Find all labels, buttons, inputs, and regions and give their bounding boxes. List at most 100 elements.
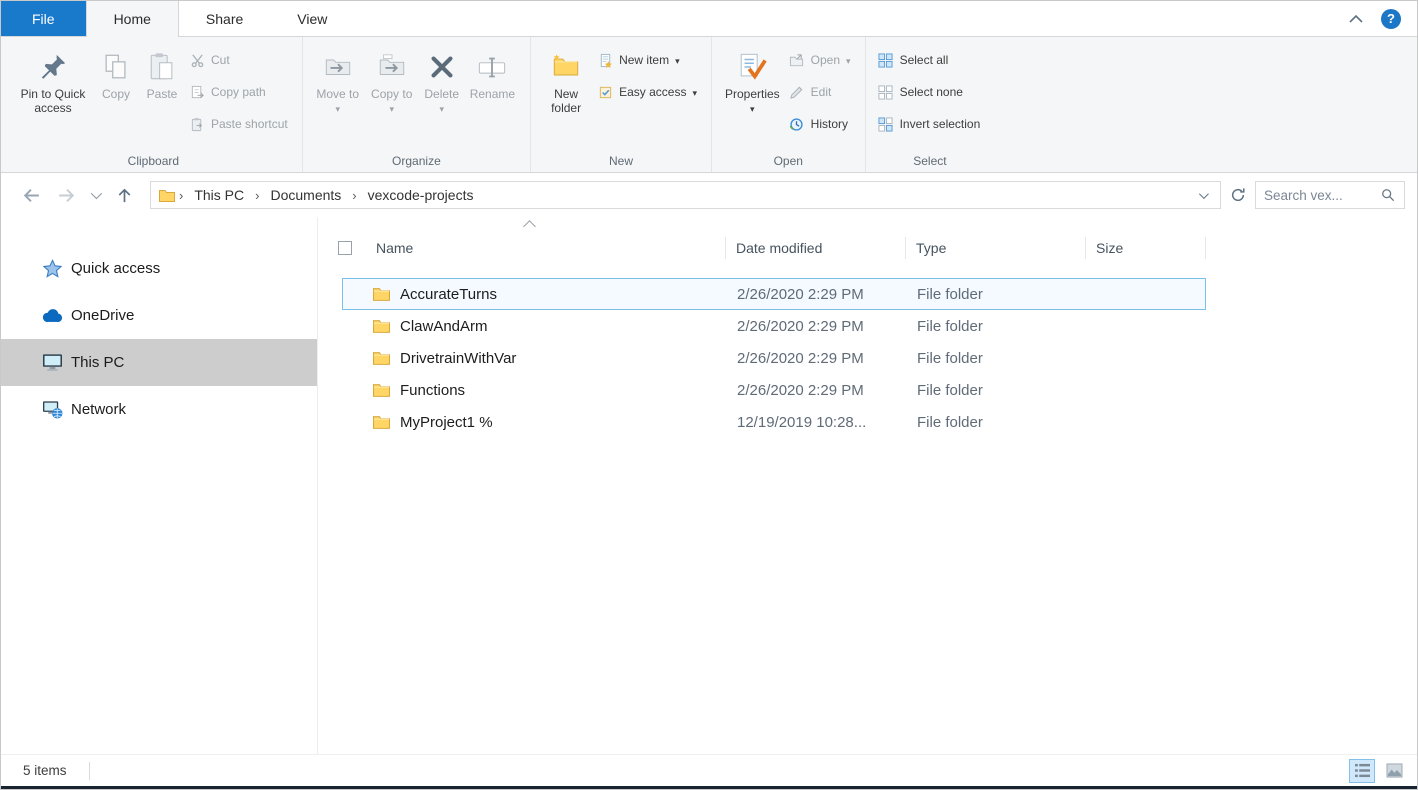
tab-view[interactable]: View	[270, 1, 354, 36]
recent-locations-chevron-icon[interactable]	[91, 188, 102, 199]
sidebar-item-label: Quick access	[71, 260, 160, 277]
tab-share[interactable]: Share	[179, 1, 270, 36]
dropdown-caret-icon	[846, 53, 851, 67]
sidebar-item-this-pc[interactable]: This PC	[1, 339, 317, 386]
file-date: 2/26/2020 2:29 PM	[727, 318, 907, 335]
address-bar[interactable]: This PC Documents vexcode-projects	[150, 181, 1221, 209]
dropdown-caret-icon	[675, 53, 680, 67]
sidebar-item-network[interactable]: Network	[1, 386, 317, 433]
easy-access-icon	[597, 84, 613, 100]
breadcrumb-this-pc[interactable]: This PC	[187, 187, 251, 203]
move-to-button[interactable]: Move to	[311, 37, 365, 116]
dropdown-caret-icon	[335, 101, 340, 116]
folder-icon	[373, 351, 391, 366]
search-icon[interactable]	[1380, 187, 1396, 203]
address-dropdown-chevron-icon[interactable]	[1199, 189, 1209, 199]
tab-home[interactable]: Home	[86, 1, 179, 37]
sidebar-item-label: OneDrive	[71, 307, 134, 324]
sidebar-item-onedrive[interactable]: OneDrive	[1, 292, 317, 339]
view-switcher	[1349, 759, 1417, 783]
group-label-new: New	[531, 154, 711, 168]
new-item-icon	[597, 52, 613, 68]
file-list-pane: Name Date modified Type Size	[318, 217, 1417, 754]
open-small-buttons: Open Edit History	[785, 37, 855, 145]
copy-path-button[interactable]: Copy path	[185, 81, 292, 103]
column-header-type[interactable]: Type	[906, 229, 1086, 267]
help-icon[interactable]	[1381, 9, 1401, 29]
cut-button[interactable]: Cut	[185, 49, 292, 71]
select-all-button[interactable]: Select all	[874, 49, 985, 71]
up-button[interactable]	[115, 186, 134, 205]
file-name: ClawAndArm	[400, 318, 488, 335]
dropdown-caret-icon	[750, 101, 755, 115]
ribbon-group-clipboard: Pin to Quick access Copy Paste	[5, 37, 303, 172]
rename-button[interactable]: Rename	[465, 37, 520, 101]
file-type: File folder	[907, 318, 1087, 335]
file-type: File folder	[907, 350, 1087, 367]
file-date: 2/26/2020 2:29 PM	[727, 382, 907, 399]
file-date: 2/26/2020 2:29 PM	[727, 350, 907, 367]
breadcrumb-separator-icon	[254, 188, 260, 203]
paste-button[interactable]: Paste	[139, 37, 185, 101]
delete-button[interactable]: Delete	[419, 37, 465, 115]
file-row-functions[interactable]: Functions 2/26/2020 2:29 PM File folder	[342, 374, 1206, 406]
paste-shortcut-button[interactable]: Paste shortcut	[185, 113, 292, 135]
refresh-button[interactable]	[1224, 187, 1252, 203]
group-label-clipboard: Clipboard	[5, 154, 302, 168]
collapse-ribbon-icon[interactable]	[1349, 15, 1363, 23]
file-row-accurateturns[interactable]: AccurateTurns 2/26/2020 2:29 PM File fol…	[342, 278, 1206, 310]
search-input[interactable]	[1264, 188, 1374, 203]
file-row-myproject1[interactable]: MyProject1 % 12/19/2019 10:28... File fo…	[342, 406, 1206, 438]
search-box	[1255, 181, 1405, 209]
select-all-checkbox[interactable]	[338, 241, 352, 255]
history-button[interactable]: History	[785, 113, 855, 135]
forward-button[interactable]	[56, 185, 77, 206]
new-item-button[interactable]: New item	[593, 49, 701, 71]
select-all-icon	[878, 52, 894, 68]
pin-icon	[37, 51, 69, 83]
quick-access-star-icon	[41, 259, 63, 279]
details-view-button[interactable]	[1349, 759, 1375, 783]
new-folder-button[interactable]: New folder	[539, 37, 593, 115]
pin-to-quick-access-button[interactable]: Pin to Quick access	[13, 37, 93, 115]
copy-to-icon	[376, 51, 408, 83]
easy-access-button[interactable]: Easy access	[593, 81, 701, 103]
open-button[interactable]: Open	[785, 49, 855, 71]
file-explorer-window: File Home Share View Pin to Quick access	[0, 0, 1418, 790]
back-button[interactable]	[21, 185, 42, 206]
ribbon: Pin to Quick access Copy Paste	[1, 37, 1417, 173]
column-header-date-modified[interactable]: Date modified	[726, 229, 906, 267]
ribbon-group-new: New folder New item Easy access	[531, 37, 712, 172]
tab-file[interactable]: File	[1, 1, 86, 36]
select-none-button[interactable]: Select none	[874, 81, 985, 103]
clipboard-small-buttons: Cut Copy path Paste shortcut	[185, 37, 292, 145]
edit-button[interactable]: Edit	[785, 81, 855, 103]
breadcrumb-vexcode-projects[interactable]: vexcode-projects	[361, 187, 481, 203]
ribbon-group-select: Select all Select none Invert selection …	[866, 37, 995, 172]
copy-button[interactable]: Copy	[93, 37, 139, 101]
file-row-clawandarm[interactable]: ClawAndArm 2/26/2020 2:29 PM File folder	[342, 310, 1206, 342]
paste-shortcut-icon	[189, 116, 205, 132]
network-icon	[41, 400, 63, 420]
properties-button[interactable]: Properties	[720, 37, 785, 115]
sidebar-item-quick-access[interactable]: Quick access	[1, 245, 317, 292]
invert-selection-button[interactable]: Invert selection	[874, 113, 985, 135]
folder-icon	[373, 287, 391, 302]
column-header-size[interactable]: Size	[1086, 229, 1206, 267]
large-icons-view-button[interactable]	[1381, 759, 1407, 783]
column-headers: Name Date modified Type Size	[318, 229, 1417, 267]
new-folder-icon	[550, 51, 582, 83]
ribbon-group-open: Properties Open Edit	[712, 37, 866, 172]
copy-to-button[interactable]: Copy to	[365, 37, 419, 116]
group-label-organize: Organize	[303, 154, 530, 168]
move-to-icon	[322, 51, 354, 83]
file-name: AccurateTurns	[400, 286, 497, 303]
folder-icon	[373, 383, 391, 398]
file-row-drivetrainwithvar[interactable]: DrivetrainWithVar 2/26/2020 2:29 PM File…	[342, 342, 1206, 374]
status-bar: 5 items	[1, 754, 1417, 786]
file-name: Functions	[400, 382, 465, 399]
breadcrumb-documents[interactable]: Documents	[263, 187, 348, 203]
column-header-name[interactable]: Name	[318, 229, 726, 267]
navigation-bar: This PC Documents vexcode-projects	[1, 173, 1417, 217]
group-label-select: Select	[866, 154, 995, 168]
